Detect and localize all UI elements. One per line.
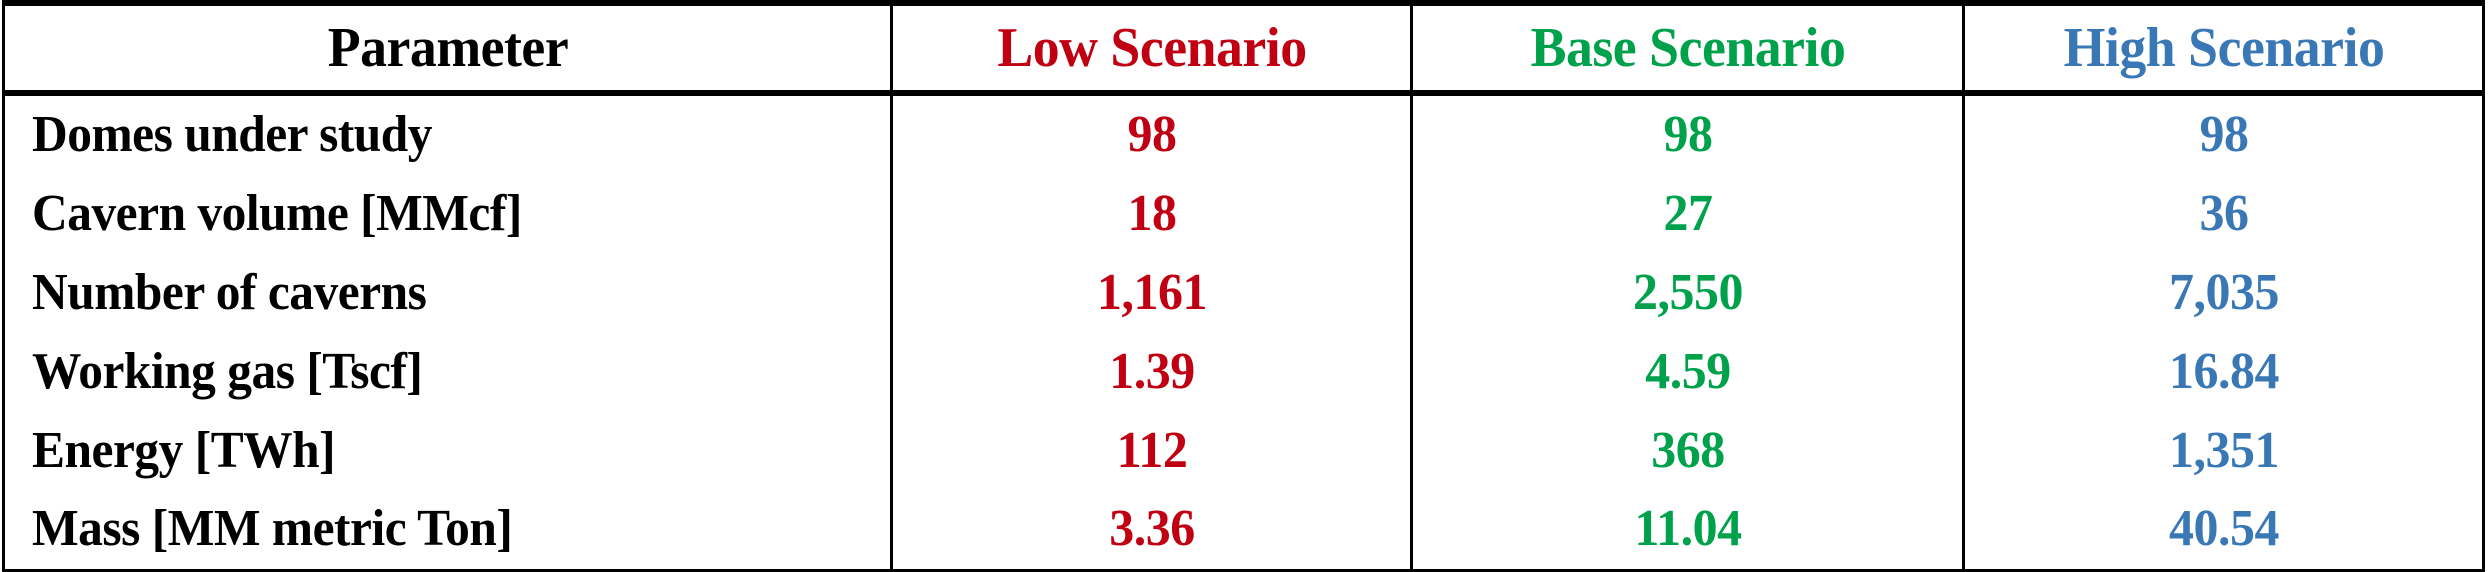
cell-parameter-name: Working gas [Tscf] <box>2 332 849 411</box>
cell-parameter-name: Number of caverns <box>2 253 849 332</box>
cell-low-value: 98 <box>900 93 1403 174</box>
cell-parameter-name: Domes under study <box>2 93 849 174</box>
column-header-high-scenario: High Scenario <box>1973 0 2475 96</box>
scenario-comparison-table: Parameter Low Scenario Base Scenario Hig… <box>2 0 2485 572</box>
cell-high-value: 36 <box>1972 174 2475 253</box>
cell-high-value: 16.84 <box>1972 332 2475 411</box>
cell-base-value: 368 <box>1421 411 1954 490</box>
cell-base-value: 4.59 <box>1421 332 1954 411</box>
cell-low-value: 3.36 <box>900 490 1403 572</box>
cell-parameter-name: Energy [TWh] <box>2 411 849 490</box>
column-header-base-scenario: Base Scenario <box>1422 0 1954 96</box>
table-row: Energy [TWh] 112 368 1,351 <box>2 411 2484 490</box>
cell-low-value: 1,161 <box>900 253 1403 332</box>
table-row: Number of caverns 1,161 2,550 7,035 <box>2 253 2484 332</box>
table-row: Cavern volume [MMcf] 18 27 36 <box>2 174 2484 253</box>
cell-parameter-name: Cavern volume [MMcf] <box>2 174 849 253</box>
cell-base-value: 11.04 <box>1421 490 1954 572</box>
cell-base-value: 2,550 <box>1421 253 1954 332</box>
table-row: Domes under study 98 98 98 <box>2 93 2484 174</box>
table-row: Working gas [Tscf] 1.39 4.59 16.84 <box>2 332 2484 411</box>
cell-low-value: 112 <box>900 411 1403 490</box>
cell-high-value: 98 <box>1972 93 2475 174</box>
table-header: Parameter Low Scenario Base Scenario Hig… <box>4 0 2484 96</box>
cell-high-value: 7,035 <box>1972 253 2475 332</box>
scenario-comparison-table-container: Parameter Low Scenario Base Scenario Hig… <box>0 0 2492 572</box>
column-header-parameter: Parameter <box>19 0 876 96</box>
cell-base-value: 98 <box>1421 93 1954 174</box>
cell-high-value: 1,351 <box>1972 411 2475 490</box>
table-body: Domes under study 98 98 98 Cavern volume… <box>2 93 2484 572</box>
cell-high-value: 40.54 <box>1972 490 2475 572</box>
cell-low-value: 1.39 <box>900 332 1403 411</box>
cell-low-value: 18 <box>900 174 1403 253</box>
cell-parameter-name: Mass [MM metric Ton] <box>2 490 849 572</box>
table-header-row: Parameter Low Scenario Base Scenario Hig… <box>4 0 2484 96</box>
column-header-low-scenario: Low Scenario <box>901 0 1403 96</box>
cell-base-value: 27 <box>1421 174 1954 253</box>
table-row: Mass [MM metric Ton] 3.36 11.04 40.54 <box>2 490 2484 572</box>
